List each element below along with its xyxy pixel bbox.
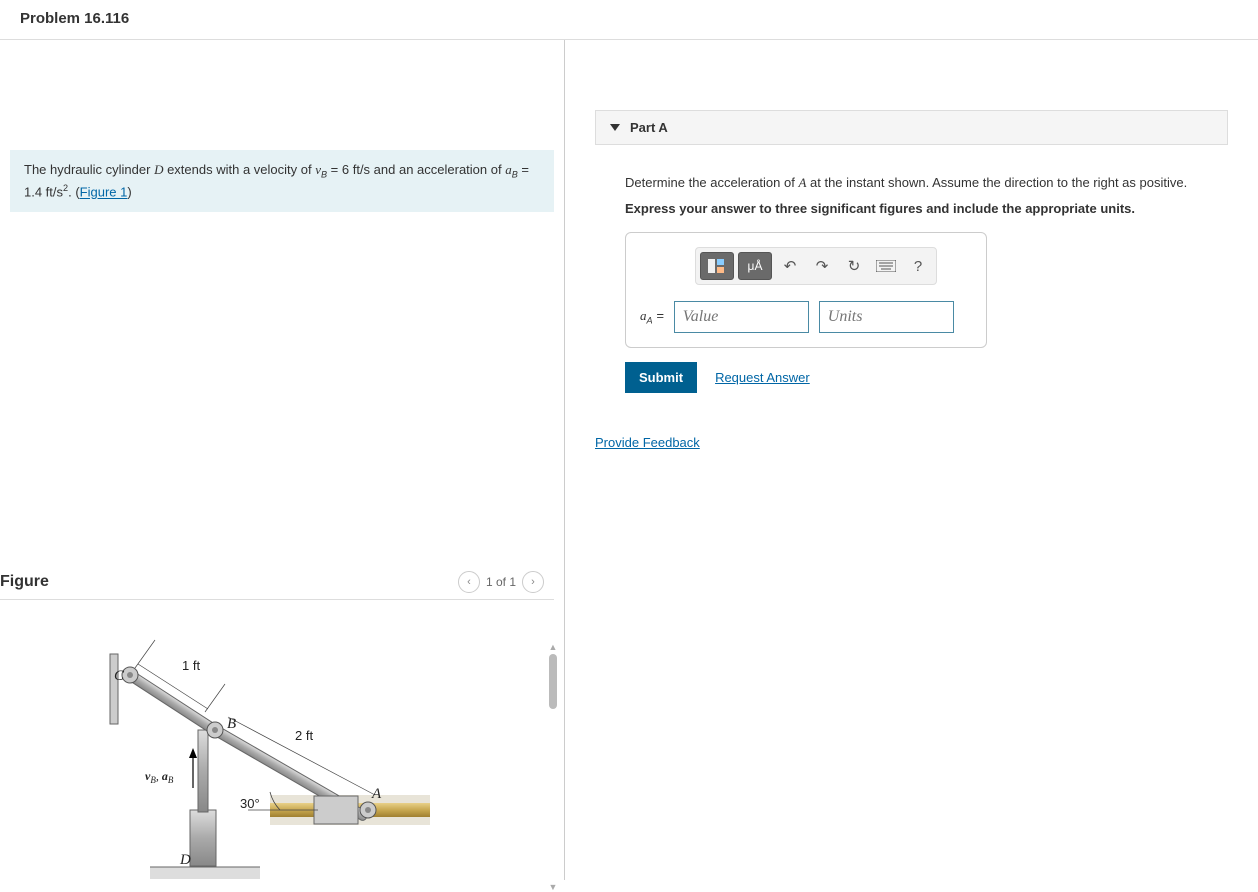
figure-canvas: C B A D 1 ft 2 ft 30° vB, aB xyxy=(0,600,564,880)
provide-feedback-link[interactable]: Provide Feedback xyxy=(595,435,700,450)
figure-svg: C B A D 1 ft 2 ft 30° vB, aB xyxy=(30,620,450,880)
txt: = 6 ft/s xyxy=(327,162,370,177)
undo-icon: ↶ xyxy=(784,257,797,275)
txt: and an acceleration of xyxy=(370,162,505,177)
input-row: aA = xyxy=(640,301,972,333)
reset-icon: ↻ xyxy=(848,257,861,275)
wall-c xyxy=(110,654,118,724)
lbl-c: C xyxy=(114,668,125,684)
txt: The hydraulic cylinder xyxy=(24,162,154,177)
redo-icon: ↷ xyxy=(816,257,829,275)
txt: ) xyxy=(127,185,131,200)
right-column: Part A Determine the acceleration of A a… xyxy=(565,40,1258,880)
figure-next-button[interactable]: › xyxy=(522,571,544,593)
figure-title: Figure xyxy=(0,573,49,591)
undo-button[interactable]: ↶ xyxy=(776,252,804,280)
lbl-b: B xyxy=(227,716,236,732)
submit-button[interactable]: Submit xyxy=(625,362,697,393)
keyboard-button[interactable] xyxy=(872,252,900,280)
templates-icon xyxy=(707,258,727,274)
request-answer-link[interactable]: Request Answer xyxy=(715,370,810,385)
redo-button[interactable]: ↷ xyxy=(808,252,836,280)
part-instruction: Express your answer to three significant… xyxy=(625,201,1228,216)
figure-scrollbar[interactable]: ▲ ▼ xyxy=(548,642,558,892)
part-prompt: Determine the acceleration of A at the i… xyxy=(625,175,1228,191)
part-label: Part A xyxy=(630,120,668,135)
lbl-d: D xyxy=(179,852,191,868)
templates-button[interactable] xyxy=(700,252,734,280)
help-icon: ? xyxy=(914,258,922,275)
cylinder-body xyxy=(190,810,216,866)
special-chars-button[interactable]: μÅ xyxy=(738,252,772,280)
slider-a xyxy=(314,796,358,824)
txt: Determine the acceleration of xyxy=(625,175,798,190)
scroll-thumb[interactable] xyxy=(549,654,557,709)
units-input[interactable] xyxy=(819,301,954,333)
page-title: Problem 16.116 xyxy=(20,10,1238,27)
keyboard-icon xyxy=(876,260,896,272)
scroll-up-icon: ▲ xyxy=(549,642,558,652)
part-header[interactable]: Part A xyxy=(595,110,1228,145)
value-input[interactable] xyxy=(674,301,809,333)
figure-header: Figure ‹ 1 of 1 › xyxy=(0,565,554,600)
ground-d xyxy=(150,867,260,879)
mua-label: μÅ xyxy=(748,259,763,273)
lbl-2ft: 2 ft xyxy=(295,728,313,743)
figure-counter: 1 of 1 xyxy=(486,575,516,589)
answer-panel: μÅ ↶ ↷ ↻ xyxy=(625,232,987,348)
help-button[interactable]: ? xyxy=(904,252,932,280)
reset-button[interactable]: ↻ xyxy=(840,252,868,280)
answer-variable-label: aA = xyxy=(640,308,664,326)
txt: . ( xyxy=(68,185,80,200)
caret-down-icon xyxy=(610,124,620,131)
figure-section: Figure ‹ 1 of 1 › xyxy=(0,565,564,880)
cylinder-rod xyxy=(198,730,208,812)
action-row: Submit Request Answer xyxy=(625,362,1228,393)
lbl-angle: 30° xyxy=(240,796,260,811)
figure-link[interactable]: Figure 1 xyxy=(80,185,128,200)
problem-statement: The hydraulic cylinder D extends with a … xyxy=(10,150,554,212)
feedback-row: Provide Feedback xyxy=(595,435,1228,450)
main-split: The hydraulic cylinder D extends with a … xyxy=(0,40,1258,880)
figure-prev-button[interactable]: ‹ xyxy=(458,571,480,593)
lbl-1ft: 1 ft xyxy=(182,658,200,673)
lbl-vb-ab: vB, aB xyxy=(145,769,174,785)
scroll-down-icon: ▼ xyxy=(549,882,558,892)
txt: at the instant shown. Assume the directi… xyxy=(806,175,1187,190)
answer-toolbar: μÅ ↶ ↷ ↻ xyxy=(695,247,937,285)
left-column: The hydraulic cylinder D extends with a … xyxy=(0,40,565,880)
txt: extends with a velocity of xyxy=(163,162,315,177)
figure-nav: ‹ 1 of 1 › xyxy=(458,571,544,593)
lbl-a: A xyxy=(371,786,382,802)
problem-header: Problem 16.116 xyxy=(0,0,1258,40)
